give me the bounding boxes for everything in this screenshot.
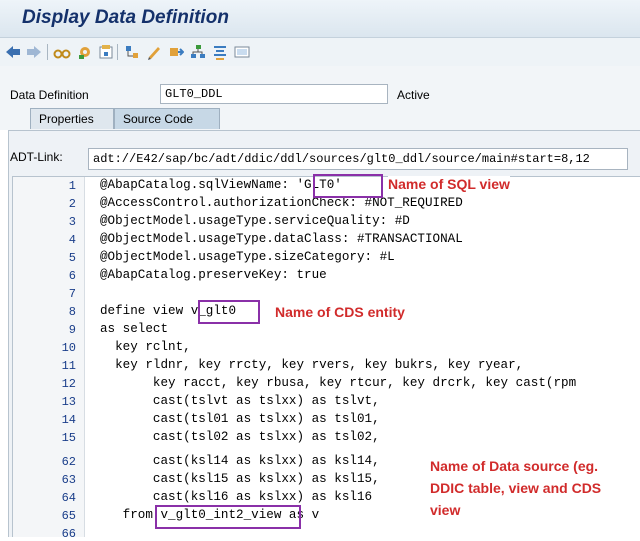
code-line: @ObjectModel.usageType.serviceQuality: #… — [100, 214, 410, 228]
data-source-highlight — [155, 505, 301, 529]
tab-strip: Properties Source Code — [0, 108, 640, 130]
line-number: 14 — [61, 413, 76, 427]
code-line: key racct, key rbusa, key rtcur, key drc… — [100, 376, 577, 390]
line-number: 66 — [61, 527, 76, 541]
line-number: 64 — [61, 491, 76, 505]
data-source-annotation-line: Name of Data source (eg. — [430, 458, 599, 474]
line-number: 8 — [68, 305, 76, 319]
cds-entity-annotation: Name of CDS entity — [275, 304, 405, 320]
cds-entity-highlight — [198, 300, 260, 324]
code-line: key rclnt, — [100, 340, 191, 354]
status-text: Active — [397, 88, 430, 102]
pencil-icon[interactable] — [145, 43, 163, 61]
structure-icon[interactable] — [189, 43, 207, 61]
line-number: 1 — [68, 179, 76, 193]
code-line: cast(tsl01 as tslxx) as tsl01, — [100, 412, 380, 426]
code-line: key rldnr, key rrcty, key rvers, key buk… — [100, 358, 524, 372]
forward-arrow-icon[interactable] — [25, 43, 43, 61]
line-number: 2 — [68, 197, 76, 211]
adt-link-field[interactable]: adt://E42/sap/bc/adt/ddic/ddl/sources/gl… — [88, 148, 628, 170]
code-line: @AbapCatalog.preserveKey: true — [100, 268, 327, 282]
tab-source-code[interactable]: Source Code — [114, 108, 220, 129]
data-source-annotation: Name of Data source (eg. DDIC table, vie… — [422, 456, 636, 522]
code-line: @AccessControl.authorizationCheck: #NOT_… — [100, 196, 463, 210]
code-line: cast(tsl02 as tslxx) as tsl02, — [100, 430, 380, 444]
line-number: 6 — [68, 269, 76, 283]
data-source-annotation-line: view — [430, 502, 461, 518]
code-line: cast(ksl14 as kslxx) as ksl14, — [100, 454, 380, 468]
code-line: @ObjectModel.usageType.sizeCategory: #L — [100, 250, 395, 264]
back-arrow-icon[interactable] — [4, 43, 22, 61]
data-source-annotation-line: DDIC table, view and CDS — [430, 480, 602, 496]
line-number: 7 — [68, 287, 76, 301]
transport-icon[interactable] — [167, 43, 185, 61]
line-number: 15 — [61, 431, 76, 445]
line-number: 3 — [68, 215, 76, 229]
object-list-icon[interactable] — [97, 43, 115, 61]
data-definition-field[interactable]: GLT0_DDL — [160, 84, 388, 104]
align-icon[interactable] — [211, 43, 229, 61]
toolbar — [0, 38, 640, 67]
line-number: 10 — [61, 341, 76, 355]
data-definition-label: Data Definition — [10, 88, 89, 102]
code-line: as select — [100, 322, 169, 336]
code-line: cast(ksl16 as kslxx) as ksl16 — [100, 490, 373, 504]
hierarchy-icon[interactable] — [123, 43, 141, 61]
line-number: 65 — [61, 509, 76, 523]
tab-properties[interactable]: Properties — [30, 108, 114, 129]
line-number: 11 — [61, 359, 76, 373]
adt-link-label: ADT-Link: — [10, 150, 63, 164]
title-bar: Display Data Definition — [0, 0, 640, 38]
code-line: cast(tslvt as tslxx) as tslvt, — [100, 394, 380, 408]
code-line: @AbapCatalog.sqlViewName: 'GLT0' — [100, 178, 342, 192]
line-number: 9 — [68, 323, 76, 337]
sql-view-annotation: Name of SQL view — [388, 176, 510, 192]
window-title: Display Data Definition — [22, 7, 229, 28]
line-number: 5 — [68, 251, 76, 265]
line-number: 12 — [61, 377, 76, 391]
line-number: 4 — [68, 233, 76, 247]
code-line: cast(ksl15 as kslxx) as ksl15, — [100, 472, 380, 486]
settings-icon[interactable] — [76, 43, 94, 61]
code-line: @ObjectModel.usageType.dataClass: #TRANS… — [100, 232, 463, 246]
line-number: 63 — [61, 473, 76, 487]
display-icon[interactable] — [233, 43, 251, 61]
line-number: 62 — [61, 455, 76, 469]
line-number: 13 — [61, 395, 76, 409]
sql-view-name-highlight — [313, 174, 383, 198]
glasses-icon[interactable] — [53, 43, 71, 61]
